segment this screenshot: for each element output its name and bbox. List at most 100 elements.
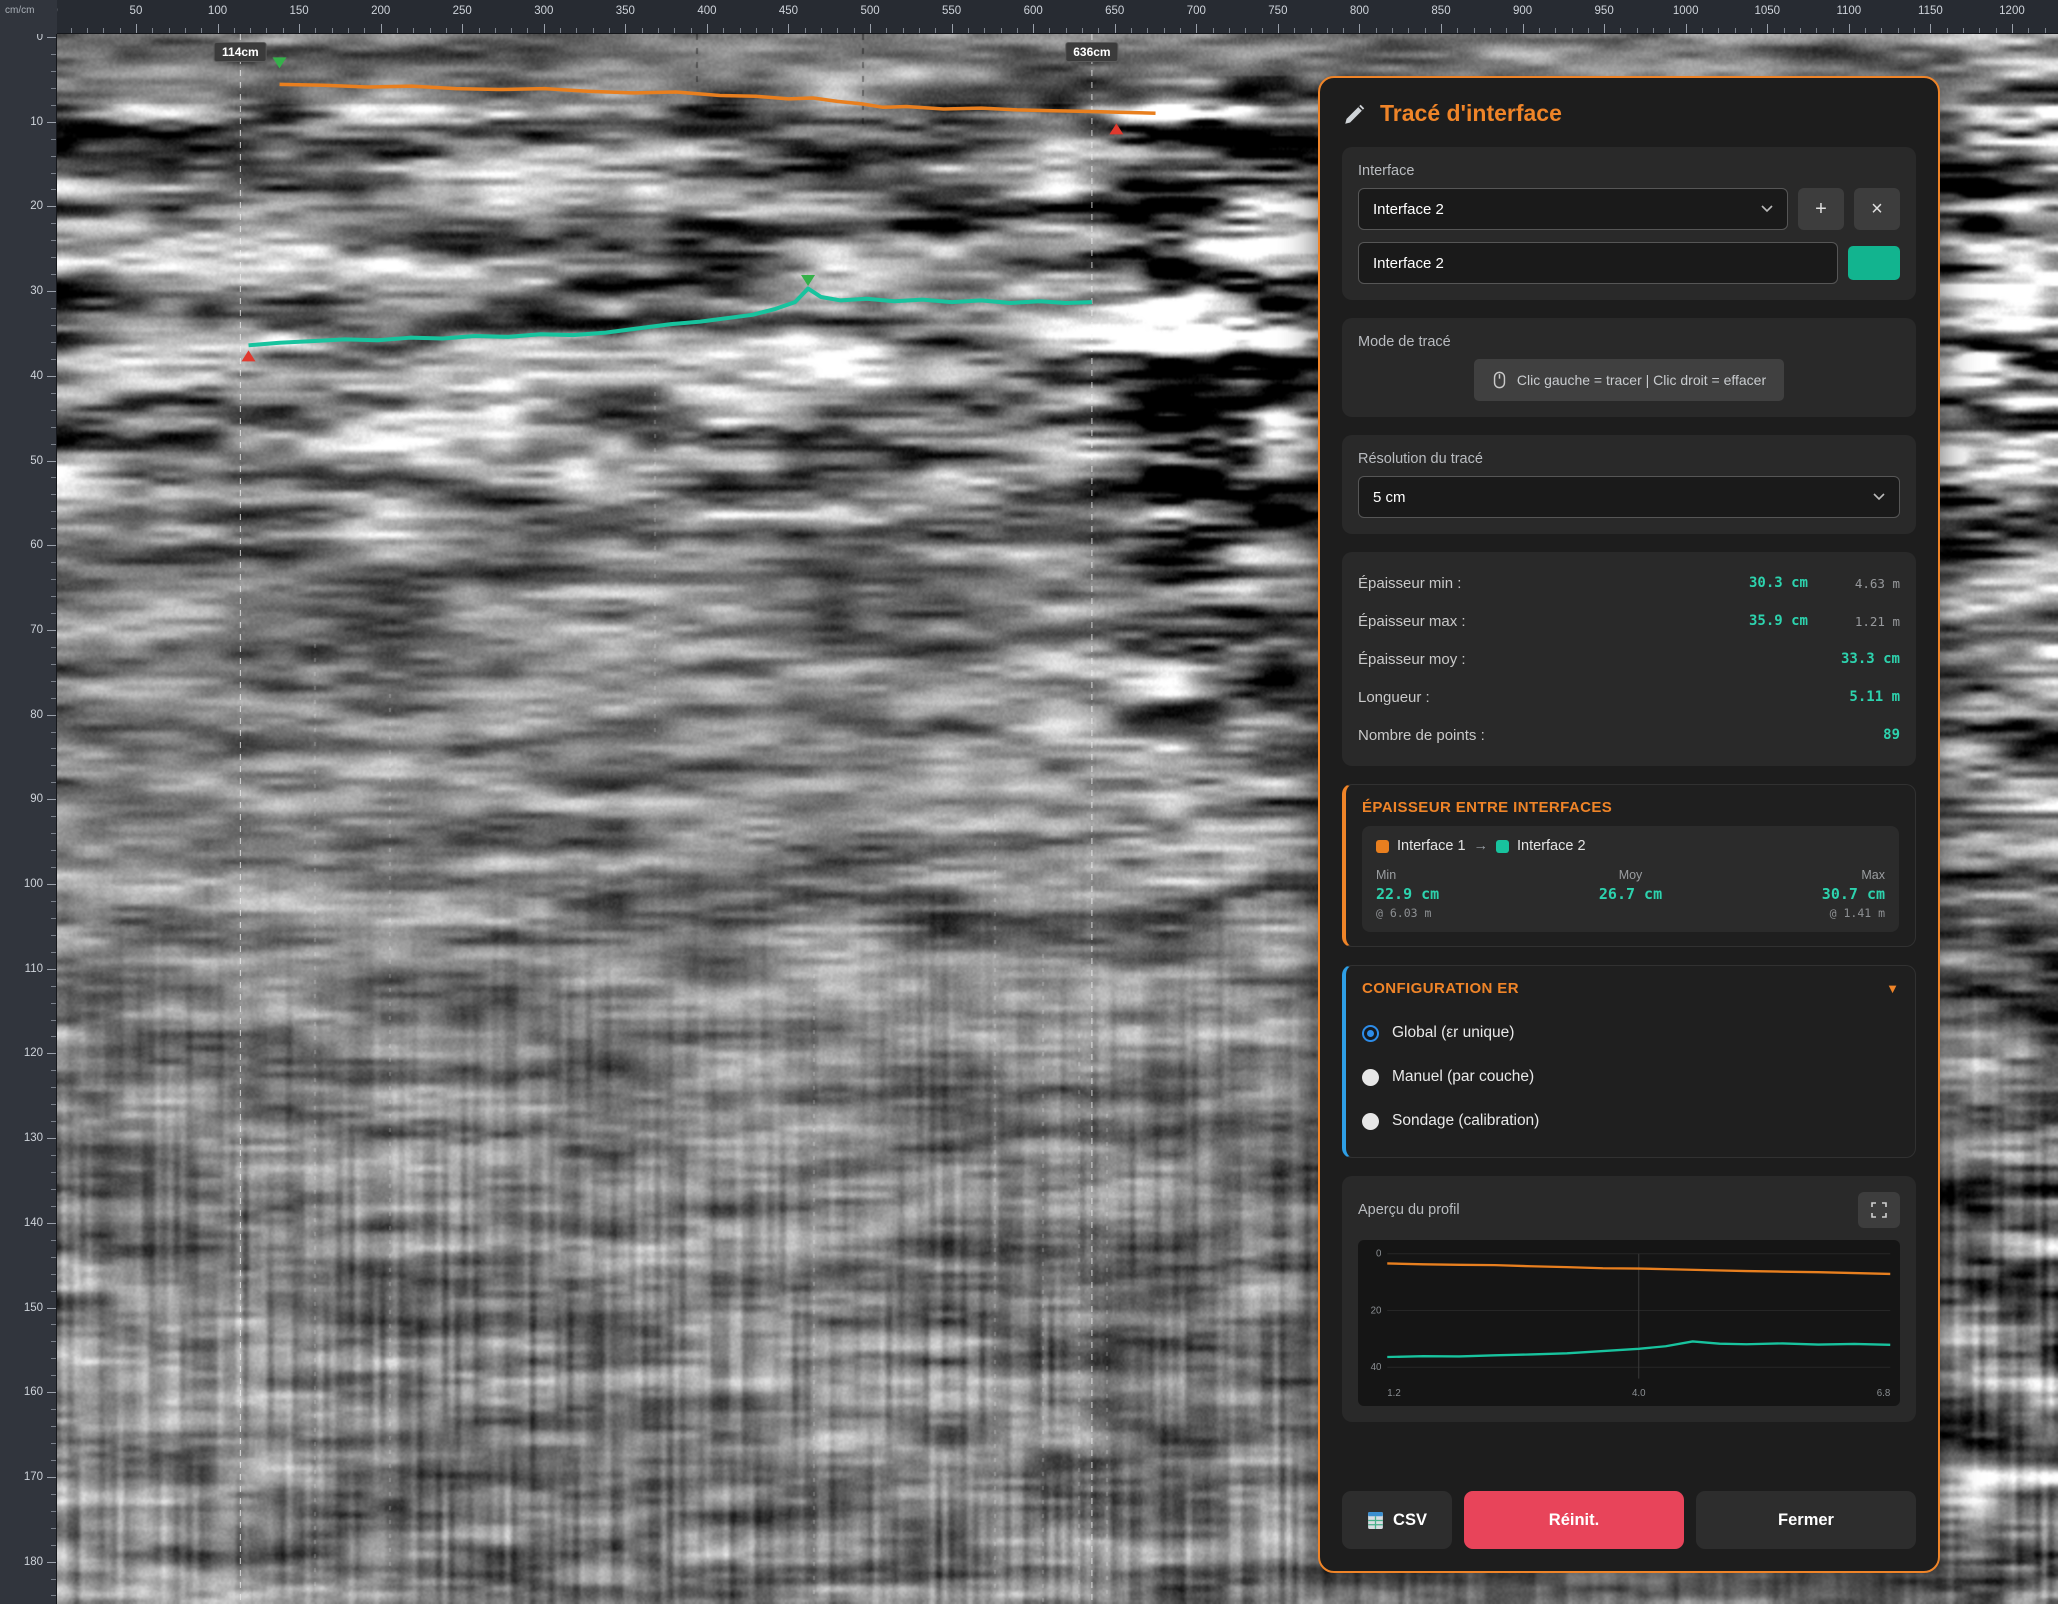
ruler-tick xyxy=(1001,28,1002,33)
ruler-tick xyxy=(51,1545,56,1546)
ruler-tick xyxy=(576,28,577,33)
ruler-tick xyxy=(185,28,186,33)
ruler-tick xyxy=(1033,24,1034,33)
ruler-tick xyxy=(1131,28,1132,33)
interface-color-swatch[interactable] xyxy=(1848,246,1900,280)
legend-to-label: Interface 2 xyxy=(1517,838,1586,854)
ruler-tick xyxy=(381,24,382,33)
crosshair-label[interactable]: 636cm xyxy=(1065,42,1118,62)
radio-global[interactable]: Global (εr unique) xyxy=(1362,1011,1899,1055)
ruler-tick xyxy=(51,1595,56,1596)
resolution-card: Résolution du tracé 5 cm xyxy=(1342,435,1916,534)
ruler-tick xyxy=(51,596,56,597)
radio-sondage[interactable]: Sondage (calibration) xyxy=(1362,1099,1899,1143)
ruler-tick xyxy=(51,477,56,478)
radio-icon[interactable] xyxy=(1362,1113,1379,1130)
ruler-tick xyxy=(1327,28,1328,33)
remove-interface-button[interactable]: × xyxy=(1854,188,1900,230)
ruler-tick xyxy=(51,1104,56,1105)
resolution-label: Résolution du tracé xyxy=(1358,451,1900,467)
crosshair-label[interactable]: 114cm xyxy=(214,42,267,62)
ruler-tick xyxy=(87,28,88,33)
expand-button[interactable] xyxy=(1858,1192,1900,1228)
ruler-tick xyxy=(1718,28,1719,33)
ruler-tick xyxy=(315,28,316,33)
radio-icon[interactable] xyxy=(1362,1025,1379,1042)
top-ruler-label: 700 xyxy=(1187,5,1206,17)
ruler-tick xyxy=(51,71,56,72)
left-ruler-label: 120 xyxy=(24,1047,43,1059)
er-config-header[interactable]: CONFIGURATION ER ▼ xyxy=(1362,980,1899,997)
reset-button[interactable]: Réinit. xyxy=(1464,1491,1684,1549)
ruler-tick xyxy=(51,935,56,936)
resolution-select-value: 5 cm xyxy=(1373,489,1406,506)
ruler-tick xyxy=(2028,28,2029,33)
ruler-tick xyxy=(51,173,56,174)
ruler-tick xyxy=(136,24,137,33)
ruler-tick xyxy=(642,28,643,33)
ruler-tick xyxy=(674,28,675,33)
radio-manuel[interactable]: Manuel (par couche) xyxy=(1362,1055,1899,1099)
interface-2-trace[interactable] xyxy=(249,289,1092,346)
ruler-tick xyxy=(1555,28,1556,33)
ruler-tick xyxy=(51,342,56,343)
ruler-tick xyxy=(47,969,56,970)
ruler-tick xyxy=(1865,28,1866,33)
stats-card: Épaisseur min : 30.3 cm 4.63 m Épaisseur… xyxy=(1342,552,1916,766)
stat-row-epaisseur-min: Épaisseur min : 30.3 cm 4.63 m xyxy=(1358,564,1900,602)
ruler-tick xyxy=(51,427,56,428)
ruler-tick xyxy=(1213,28,1214,33)
ruler-tick xyxy=(51,88,56,89)
ruler-tick xyxy=(51,1206,56,1207)
ruler-tick xyxy=(51,1257,56,1258)
left-ruler-label: 100 xyxy=(24,878,43,890)
interface-name-input[interactable] xyxy=(1358,242,1838,284)
ruler-tick xyxy=(1849,24,1850,33)
ruler-tick xyxy=(234,28,235,33)
ruler-tick xyxy=(1408,28,1409,33)
resolution-select[interactable]: 5 cm xyxy=(1358,476,1900,518)
interface-select[interactable]: Interface 2 xyxy=(1358,188,1788,230)
ruler-tick xyxy=(788,24,789,33)
ruler-tick xyxy=(1751,28,1752,33)
chevron-down-icon xyxy=(1873,493,1885,501)
radio-icon[interactable] xyxy=(1362,1069,1379,1086)
chevron-down-icon xyxy=(1761,205,1773,213)
ruler-tick xyxy=(51,1341,56,1342)
ruler-tick xyxy=(1686,24,1687,33)
ruler-tick xyxy=(984,28,985,33)
interface-1-trace[interactable] xyxy=(280,84,1156,113)
chart-x-tick: 6.8 xyxy=(1877,1388,1891,1399)
left-ruler-label: 80 xyxy=(30,709,43,721)
ruler-tick xyxy=(51,1460,56,1461)
close-button[interactable]: Fermer xyxy=(1696,1491,1916,1549)
top-ruler-label: 200 xyxy=(371,5,390,17)
ruler-tick xyxy=(1539,28,1540,33)
panel-title: Tracé d'interface xyxy=(1380,100,1562,127)
legend-from-label: Interface 1 xyxy=(1397,838,1466,854)
ruler-tick xyxy=(51,105,56,106)
left-ruler: 0102030405060708090100110120130140150160… xyxy=(0,34,57,1604)
ruler-tick xyxy=(71,28,72,33)
left-ruler-label: 170 xyxy=(24,1471,43,1483)
ruler-tick xyxy=(1588,28,1589,33)
top-ruler-label: 800 xyxy=(1350,5,1369,17)
trace-marker xyxy=(242,350,256,361)
ruler-tick xyxy=(1930,24,1931,33)
ruler-tick xyxy=(1049,28,1050,33)
ruler-tick xyxy=(47,630,56,631)
ruler-tick xyxy=(625,24,626,33)
ruler-tick xyxy=(51,579,56,580)
add-interface-button[interactable]: + xyxy=(1798,188,1844,230)
ruler-tick xyxy=(1311,28,1312,33)
csv-button[interactable]: CSV xyxy=(1342,1491,1452,1549)
ruler-tick xyxy=(47,1392,56,1393)
profile-chart-svg: 020401.24.06.8 xyxy=(1358,1240,1900,1406)
ruler-tick xyxy=(821,28,822,33)
collapse-icon[interactable]: ▼ xyxy=(1886,981,1899,996)
ruler-tick xyxy=(544,24,545,33)
ruler-tick xyxy=(1800,28,1801,33)
left-ruler-label: 40 xyxy=(30,370,43,382)
top-ruler-label: 550 xyxy=(942,5,961,17)
ruler-tick xyxy=(51,850,56,851)
